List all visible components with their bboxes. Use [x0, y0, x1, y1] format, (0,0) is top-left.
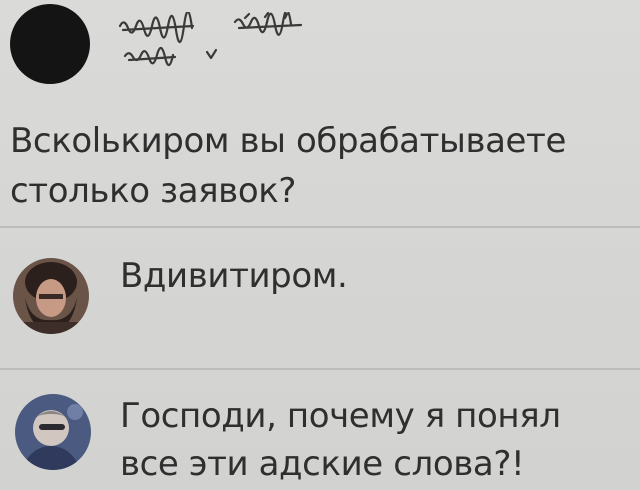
comment-2-line-1: Господи, почему я понял: [120, 396, 561, 436]
redacted-author-name: [118, 12, 303, 67]
post-text-line-2: столько заявок?: [10, 171, 297, 211]
post-text: Вскolькиром вы обрабатываете столько зая…: [10, 116, 635, 216]
user-photo-icon: [13, 258, 89, 334]
post-author-avatar[interactable]: [10, 4, 90, 84]
comment-2-avatar[interactable]: [15, 394, 91, 470]
comment-1-avatar[interactable]: [13, 258, 89, 334]
divider: [0, 368, 640, 370]
comment-1-line-1: Вдивитиром.: [120, 256, 348, 296]
comment-2-text: Господи, почему я понял все эти адские с…: [120, 392, 630, 488]
comment-2-line-2: все эти адские слова?!: [120, 444, 525, 484]
post-text-line-1: Вскolькиром вы обрабатываете: [10, 121, 566, 161]
screen: Вскolькиром вы обрабатываете столько зая…: [0, 0, 640, 490]
divider: [0, 226, 640, 228]
user-photo-icon: [15, 394, 91, 470]
comment-1-text: Вдивитиром.: [120, 252, 630, 300]
